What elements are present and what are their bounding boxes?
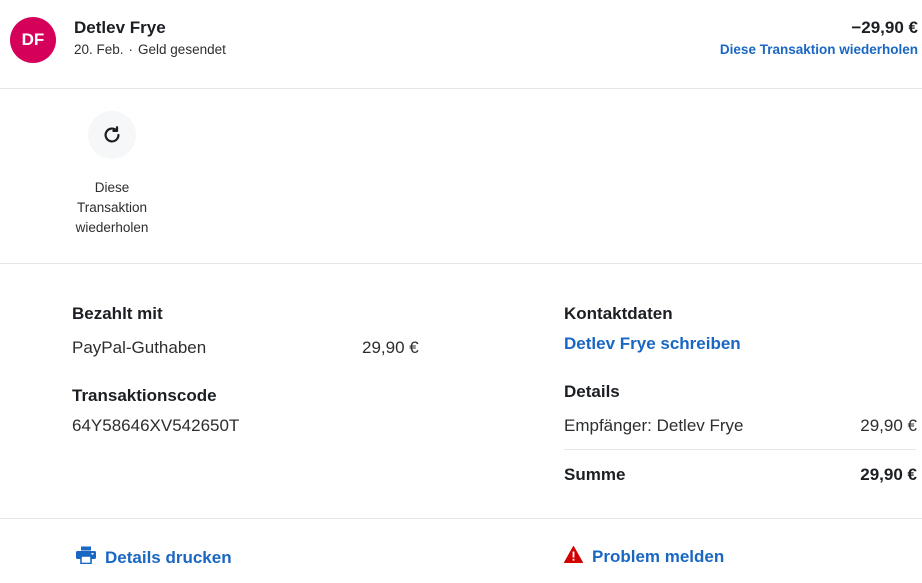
contact-link[interactable]: Detlev Frye schreiben [564,334,741,354]
repeat-label-line-2: Transaktion [76,200,148,215]
print-details-link[interactable]: Details drucken [76,546,232,569]
printer-icon [76,546,105,569]
contact-title: Kontaktdaten [564,304,673,323]
transaction-meta: 20. Feb. · Geld gesendet [74,42,226,57]
refresh-icon [88,111,136,159]
total-label: Summe [564,465,626,484]
payment-method: PayPal-Guthaben [72,338,207,357]
actions-bar: Diese Transaktion wiederholen [0,89,922,264]
transaction-amount: −29,90 € [851,18,918,37]
repeat-label-line-1: Diese [94,180,130,195]
repeat-transaction-button[interactable]: Diese Transaktion wiederholen [62,111,162,238]
report-problem-link[interactable]: Problem melden [564,546,724,568]
counterparty-name: Detlev Frye [74,18,166,37]
details-title: Details [564,382,620,401]
payment-amount: 29,90 € [362,338,419,357]
recipient-amount: 29,90 € [860,416,917,435]
repeat-label-line-3: wiederholen [75,220,149,235]
avatar: DF [10,17,56,63]
print-details-label: Details drucken [105,547,232,567]
total-amount: 29,90 € [860,465,917,484]
transaction-code: 64Y58646XV542650T [72,416,240,435]
repeat-transaction-link[interactable]: Diese Transaktion wiederholen [720,42,918,57]
paid-with-title: Bezahlt mit [72,304,163,323]
transaction-code-title: Transaktionscode [72,386,217,405]
details-divider [564,449,916,450]
transaction-type: Geld gesendet [138,42,226,57]
recipient-label: Empfänger: Detlev Frye [564,416,744,435]
transaction-date: 20. Feb. [74,42,124,57]
warning-icon [564,546,592,568]
report-problem-label: Problem melden [592,547,725,566]
meta-separator: · [128,42,134,57]
transaction-header: DF Detlev Frye 20. Feb. · Geld gesendet −2… [0,0,922,89]
transaction-detail-page: DF Detlev Frye 20. Feb. · Geld gesendet −2… [0,0,922,583]
repeat-transaction-label: Diese Transaktion wiederholen [62,178,162,238]
footer-divider [0,518,922,519]
